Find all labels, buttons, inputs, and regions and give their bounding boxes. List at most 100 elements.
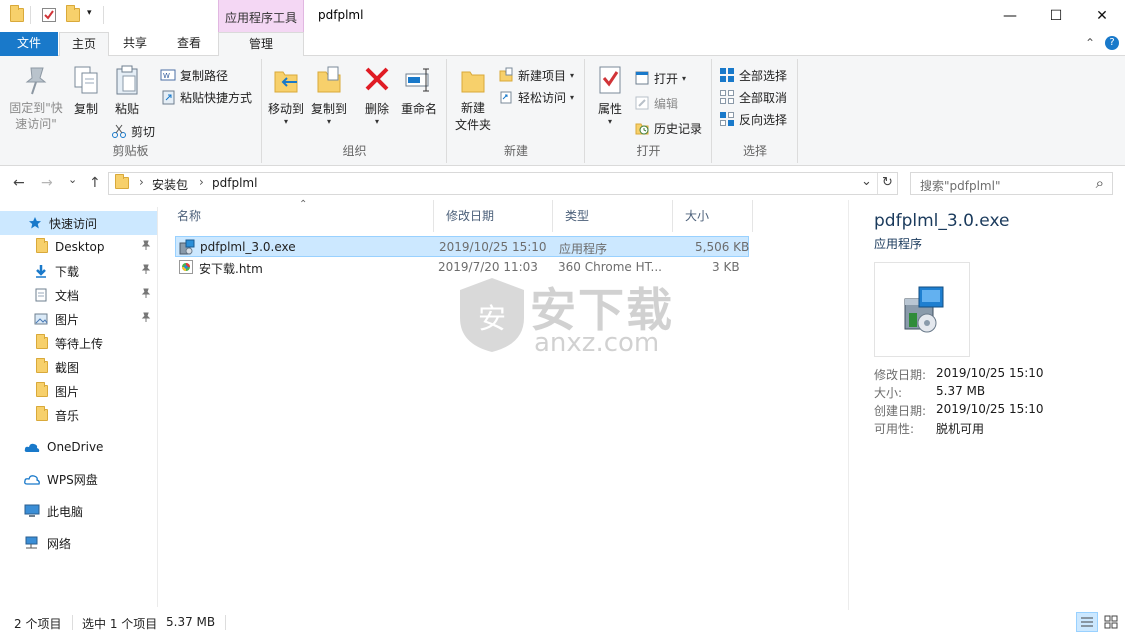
address-bar[interactable]: › 安装包 › pdfplml ⌄ ↻	[108, 172, 898, 195]
prop-value: 2019/10/25 15:10	[936, 366, 1044, 380]
move-to-button[interactable]: 移动到 ▾	[266, 64, 306, 126]
breadcrumb-separator: ›	[199, 175, 204, 189]
folder-icon	[10, 5, 24, 22]
paste-button[interactable]: 粘贴	[110, 64, 144, 117]
nav-item-pictures[interactable]: 图片	[0, 307, 157, 331]
invert-selection-button[interactable]: 反向选择	[719, 109, 787, 129]
invert-selection-label: 反向选择	[739, 112, 788, 127]
properties-button[interactable]: 属性 ▾	[594, 64, 626, 126]
nav-item-desktop[interactable]: Desktop	[0, 235, 157, 259]
nav-item-documents[interactable]: 文档	[0, 283, 157, 307]
picture-icon	[34, 312, 48, 326]
prop-key: 创建日期:	[874, 404, 927, 418]
address-dropdown-button[interactable]: ⌄	[861, 174, 872, 189]
copy-path-icon: W	[160, 67, 176, 83]
rename-button[interactable]: 重命名	[399, 64, 439, 117]
nav-item-screenshots[interactable]: 截图	[0, 355, 157, 379]
nav-item-pictures-folder[interactable]: 图片	[0, 379, 157, 403]
folder-icon	[36, 406, 48, 421]
new-folder-button[interactable]: 新建 文件夹	[453, 64, 493, 134]
tab-file[interactable]: 文件	[0, 32, 58, 56]
open-group: 属性 ▾ 打开 ▾ 编辑 历史记录 打开	[586, 59, 712, 163]
easy-access-label: 轻松访问	[518, 90, 567, 105]
refresh-button[interactable]: ↻	[882, 175, 893, 190]
select-none-button[interactable]: 全部取消	[719, 87, 787, 107]
recent-locations-button[interactable]: ⌄	[68, 173, 77, 186]
nav-item-music[interactable]: 音乐	[0, 403, 157, 427]
nav-item-waiting-upload[interactable]: 等待上传	[0, 331, 157, 355]
open-button[interactable]: 打开 ▾	[634, 68, 686, 88]
copy-button[interactable]: 复制	[70, 64, 102, 117]
context-tab-header: 应用程序工具	[218, 0, 304, 32]
tab-home[interactable]: 主页	[59, 32, 109, 57]
column-header-type[interactable]: 类型	[553, 200, 673, 232]
pin-icon[interactable]	[141, 288, 151, 301]
star-icon	[28, 216, 42, 230]
tab-manage[interactable]: 管理	[218, 32, 304, 57]
copy-path-button[interactable]: W 复制路径	[160, 65, 228, 85]
nav-wps-drive[interactable]: WPS网盘	[0, 467, 157, 491]
select-group-label: 选择	[742, 144, 767, 158]
new-item-button[interactable]: 新建项目 ▾	[498, 65, 574, 85]
file-row[interactable]: pdfplml_3.0.exe 2019/10/25 15:10 应用程序 5,…	[175, 236, 749, 257]
shield-icon: 安	[460, 278, 524, 352]
search-input[interactable]: 搜索"pdfplml" ⌕	[910, 172, 1113, 195]
prop-key: 修改日期:	[874, 368, 927, 382]
edit-button[interactable]: 编辑	[634, 93, 678, 113]
select-none-label: 全部取消	[739, 90, 788, 105]
properties-icon[interactable]	[42, 8, 56, 22]
installer-icon	[179, 239, 195, 255]
history-button[interactable]: 历史记录	[634, 118, 702, 138]
nav-this-pc[interactable]: 此电脑	[0, 499, 157, 523]
pin-icon[interactable]	[141, 264, 151, 277]
breadcrumb-item[interactable]: pdfplml	[212, 176, 257, 190]
copy-to-button[interactable]: 复制到 ▾	[309, 64, 349, 126]
minimize-button[interactable]: —	[987, 0, 1033, 32]
pin-icon[interactable]	[141, 240, 151, 253]
nav-network[interactable]: 网络	[0, 531, 157, 555]
copy-label: 复制	[73, 102, 98, 116]
new-item-icon	[498, 67, 514, 83]
column-header-name[interactable]: 名称	[165, 200, 434, 232]
details-view-button[interactable]	[1076, 612, 1098, 632]
help-icon[interactable]: ?	[1105, 36, 1119, 50]
nav-onedrive[interactable]: OneDrive	[0, 435, 157, 459]
paste-icon	[112, 64, 142, 96]
divider	[877, 173, 878, 194]
file-thumbnail	[874, 262, 970, 357]
large-icons-view-button[interactable]	[1100, 612, 1122, 632]
select-all-button[interactable]: 全部选择	[719, 65, 787, 85]
tab-share[interactable]: 共享	[110, 32, 160, 56]
tab-view[interactable]: 查看	[163, 32, 215, 56]
pin-quick-access-button[interactable]: 固定到"快速访问"	[5, 64, 67, 132]
pin-icon[interactable]	[141, 312, 151, 325]
close-button[interactable]: ✕	[1079, 0, 1125, 32]
up-button[interactable]: ↑	[89, 175, 101, 191]
new-folder-icon[interactable]	[66, 5, 80, 22]
search-icon[interactable]: ⌕	[1096, 174, 1104, 192]
details-filetype: 应用程序	[874, 237, 923, 251]
collapse-ribbon-icon[interactable]: ⌃	[1085, 36, 1095, 50]
paste-shortcut-button[interactable]: 粘贴快捷方式	[160, 87, 252, 107]
pin-icon	[21, 64, 51, 96]
file-modified: 2019/7/20 11:03	[438, 260, 538, 274]
paste-shortcut-icon	[160, 89, 176, 105]
column-header-size[interactable]: 大小	[673, 200, 753, 232]
delete-button[interactable]: 删除 ▾	[361, 64, 393, 126]
back-button[interactable]: ←	[13, 175, 25, 191]
forward-button[interactable]: →	[41, 175, 53, 191]
move-to-label: 移动到	[267, 102, 304, 116]
maximize-button[interactable]: ☐	[1033, 0, 1079, 32]
nav-quick-access[interactable]: 快速访问	[0, 211, 157, 235]
breadcrumb-item[interactable]: 安装包	[152, 176, 188, 193]
rename-label: 重命名	[400, 102, 437, 116]
folder-icon	[36, 358, 48, 373]
details-view-icon	[1081, 617, 1093, 627]
open-label: 打开	[654, 71, 679, 86]
qat-dropdown-icon[interactable]: ▾	[87, 8, 92, 18]
cut-button[interactable]: 剪切	[111, 121, 155, 141]
nav-item-label: Desktop	[55, 240, 105, 254]
easy-access-button[interactable]: 轻松访问 ▾	[498, 87, 574, 107]
nav-item-downloads[interactable]: 下载	[0, 259, 157, 283]
column-header-modified[interactable]: 修改日期	[434, 200, 553, 232]
